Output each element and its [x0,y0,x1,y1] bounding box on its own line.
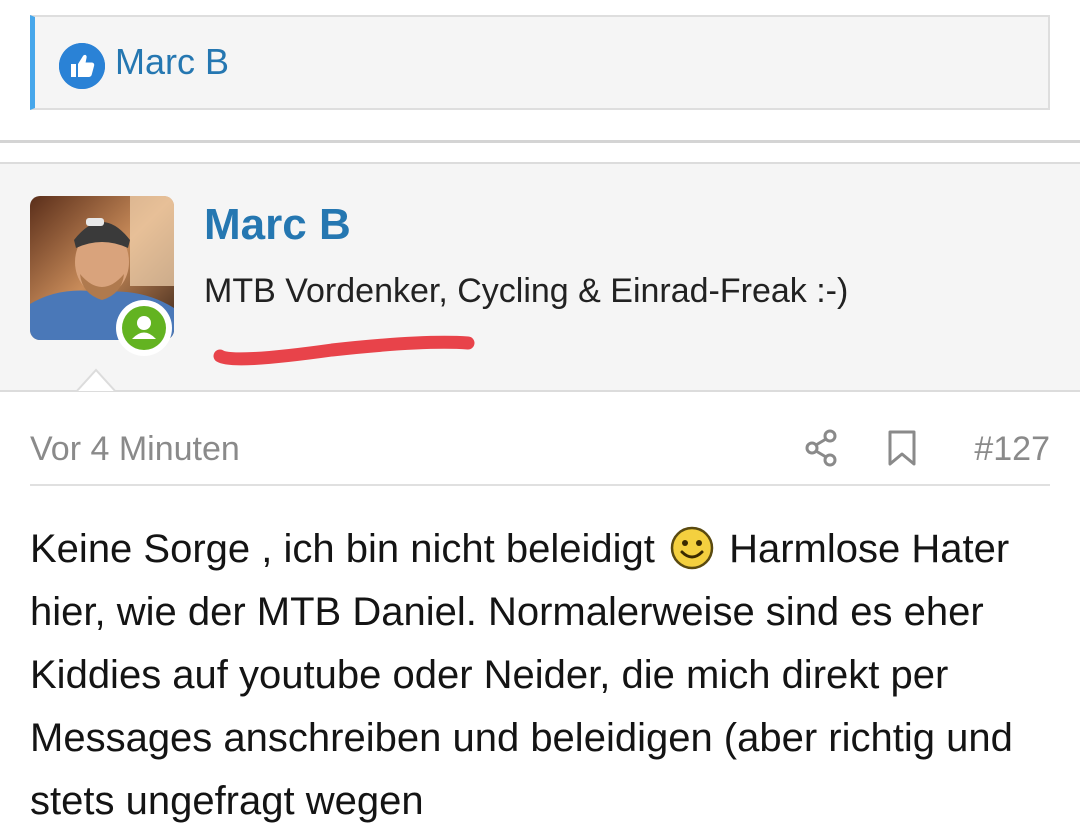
post-text-part: Keine Sorge , ich bin nicht beleidigt [30,527,655,571]
online-status-badge [116,300,172,356]
post-text-part: Hater hier, wie der MTB Daniel. Normaler… [30,527,1013,823]
post-number-link[interactable]: #127 [974,430,1050,469]
bookmark-icon[interactable] [882,428,922,468]
post-body: Keine Sorge , ich bin nicht beleidigt Ha… [30,518,1060,833]
post-time[interactable]: Vor 4 Minuten [30,430,240,469]
thumbs-up-icon [59,43,105,89]
divider [0,140,1080,143]
reaction-user-link[interactable]: Marc B [115,41,229,83]
post-text-part: Harmlose [729,527,901,571]
message-arrow [76,368,116,406]
user-icon [132,316,156,339]
message-user-header: Marc B MTB Vordenker, Cycling & Einrad-F… [0,162,1080,392]
share-icon[interactable] [802,428,842,468]
username-link[interactable]: Marc B [204,200,351,250]
user-title: MTB Vordenker, Cycling & Einrad-Freak :-… [204,272,849,310]
annotation-underline [213,335,475,366]
reaction-bar[interactable]: Marc B [30,15,1050,110]
smiley-icon [670,526,714,570]
message-attribution: Vor 4 Minuten #127 [30,418,1050,486]
